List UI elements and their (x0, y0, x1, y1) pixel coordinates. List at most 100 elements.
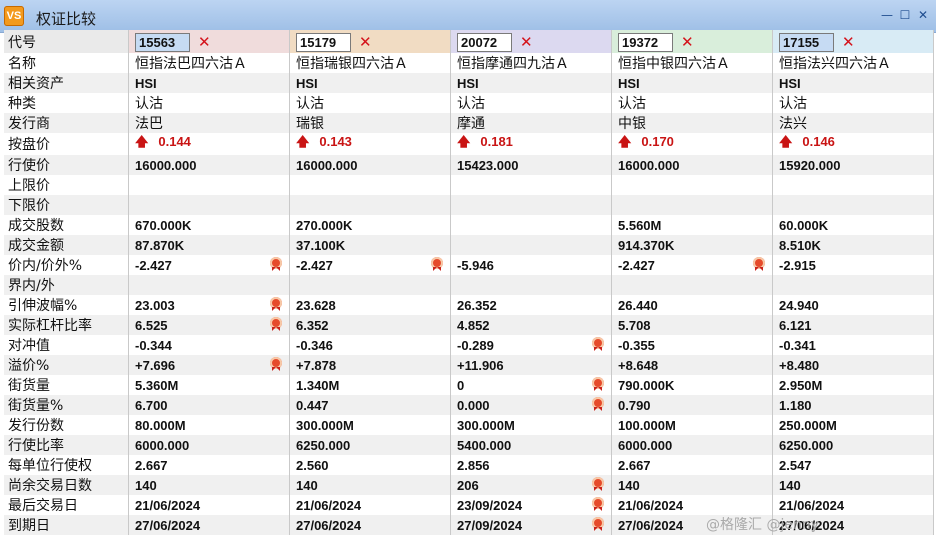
medal-ribbon (272, 367, 280, 371)
cell-value: 206 (457, 477, 479, 493)
remove-column-icon[interactable]: ✕ (520, 33, 533, 51)
cell-value: 4.852 (457, 317, 490, 333)
cell-value: 6250.000 (779, 437, 834, 453)
value-cell: 914.370K (611, 235, 773, 255)
row-label: 成交股数 (4, 215, 129, 235)
value-cell: 1.340M (289, 375, 451, 395)
medal-ribbon (594, 527, 602, 531)
value-cell: -2.427 (289, 255, 451, 275)
value-cell: 37.100K (289, 235, 451, 255)
minimize-icon[interactable]: — (880, 8, 894, 22)
code-input[interactable]: 20072 (457, 33, 512, 52)
row-label: 街货量 (4, 375, 129, 395)
best-value-medal-icon (591, 397, 605, 413)
value-cell (450, 195, 612, 215)
code-cell: 17155 ✕ (772, 30, 934, 53)
value-cell: 5.708 (611, 315, 773, 335)
row-label: 街货量% (4, 395, 129, 415)
cell-value: 6.121 (779, 317, 812, 333)
cell-value: 23.628 (296, 297, 336, 313)
row-label: 行使价 (4, 155, 129, 175)
table-row: 成交金额 87.870K 37.100K 914.370K 8.510K (4, 235, 934, 255)
cell-value: -2.427 (618, 257, 655, 273)
cell-value: 140 (296, 477, 318, 493)
table-row: 上限价 (4, 175, 934, 195)
medal-ribbon (272, 267, 280, 271)
cell-value: 270.000K (296, 217, 353, 233)
remove-column-icon[interactable]: ✕ (681, 33, 694, 51)
code-input[interactable]: 15563 (135, 33, 190, 52)
cell-value: 认沽 (779, 96, 807, 112)
row-label: 下限价 (4, 195, 129, 215)
value-cell: 🡅 0.146 (772, 133, 934, 155)
remove-column-icon[interactable]: ✕ (198, 33, 211, 51)
row-label: 种类 (4, 93, 129, 113)
title-bar: VS 权证比较 — ☐ ✕ (0, 0, 936, 33)
medal-ribbon (594, 507, 602, 511)
row-label: 名称 (4, 53, 129, 73)
cell-value: 87.870K (135, 237, 185, 253)
medal-ribbon (594, 387, 602, 391)
cell-value: 认沽 (618, 96, 646, 112)
value-cell: +8.648 (611, 355, 773, 375)
value-cell: 300.000M (450, 415, 612, 435)
maximize-icon[interactable]: ☐ (898, 8, 912, 22)
code-input[interactable]: 15179 (296, 33, 351, 52)
medal-ribbon (594, 407, 602, 411)
code-input[interactable]: 17155 (779, 33, 834, 52)
value-cell: -0.355 (611, 335, 773, 355)
cell-value: 23/09/2024 (457, 497, 523, 513)
cell-value: 摩通 (457, 116, 485, 132)
value-cell: 6250.000 (772, 435, 934, 455)
up-arrow-icon: 🡅 (457, 135, 471, 150)
close-icon[interactable]: ✕ (916, 8, 930, 22)
value-cell: -2.915 (772, 255, 934, 275)
value-cell: 🡅 0.144 (128, 133, 290, 155)
cell-value: 140 (779, 477, 801, 493)
cell-value: 21/06/2024 (296, 497, 362, 513)
app-logo-icon: VS (4, 6, 24, 26)
value-cell: 16000.000 (611, 155, 773, 175)
cell-value: 6.525 (135, 317, 168, 333)
row-label: 上限价 (4, 175, 129, 195)
value-cell: HSI (128, 73, 290, 93)
cell-value: 21/06/2024 (135, 497, 201, 513)
value-cell: 0 (450, 375, 612, 395)
medal-ribbon (272, 327, 280, 331)
cell-value: 27/06/2024 (135, 517, 201, 533)
remove-column-icon[interactable]: ✕ (842, 33, 855, 51)
cell-value: 认沽 (135, 96, 163, 112)
cell-value: 300.000M (296, 417, 354, 433)
row-label: 相关资产 (4, 73, 129, 93)
cell-value: 瑞银 (296, 116, 324, 132)
watermark: @格隆汇 @jenny (706, 517, 819, 533)
value-cell: 140 (772, 475, 934, 495)
cell-value: +11.906 (457, 357, 504, 373)
value-cell: 恒指瑞银四六沽Ａ (289, 53, 451, 73)
cell-value: 26.352 (457, 297, 497, 313)
value-cell: 0.000 (450, 395, 612, 415)
cell-value: +7.878 (296, 357, 337, 373)
value-cell: 6.525 (128, 315, 290, 335)
code-input[interactable]: 19372 (618, 33, 673, 52)
cell-value: 1.340M (296, 377, 340, 393)
table-row: 相关资产 HSI HSI HSI HSI HSI (4, 73, 934, 93)
table-row: 对冲值 -0.344 -0.346 -0.289 -0.355 -0.341 (4, 335, 934, 355)
value-cell: 23/09/2024 (450, 495, 612, 515)
value-cell: 认沽 (450, 93, 612, 113)
cell-value: 16000.000 (618, 157, 680, 173)
remove-column-icon[interactable]: ✕ (359, 33, 372, 51)
medal-ribbon (594, 487, 602, 491)
comparison-table: 代号 15563 ✕ 15179 ✕ 20072 ✕ 19372 ✕ 17155 ✕ 名称 恒指法巴四六… (4, 30, 934, 535)
table-row: 发行份数 80.000M 300.000M 300.000M 100.000M 250.0… (4, 415, 934, 435)
best-value-medal-icon (269, 257, 283, 273)
value-cell: 2.667 (611, 455, 773, 475)
table-row: 发行商 法巴 瑞银 摩通 中银 法兴 (4, 113, 934, 133)
cell-value: 6.700 (135, 397, 168, 413)
value-cell: 140 (128, 475, 290, 495)
cell-value: 140 (618, 477, 640, 493)
cell-value: 0 (457, 377, 465, 393)
price-value: 0.146 (802, 134, 835, 149)
cell-value: 恒指摩通四九沽Ａ (457, 56, 569, 72)
value-cell: 6.352 (289, 315, 451, 335)
